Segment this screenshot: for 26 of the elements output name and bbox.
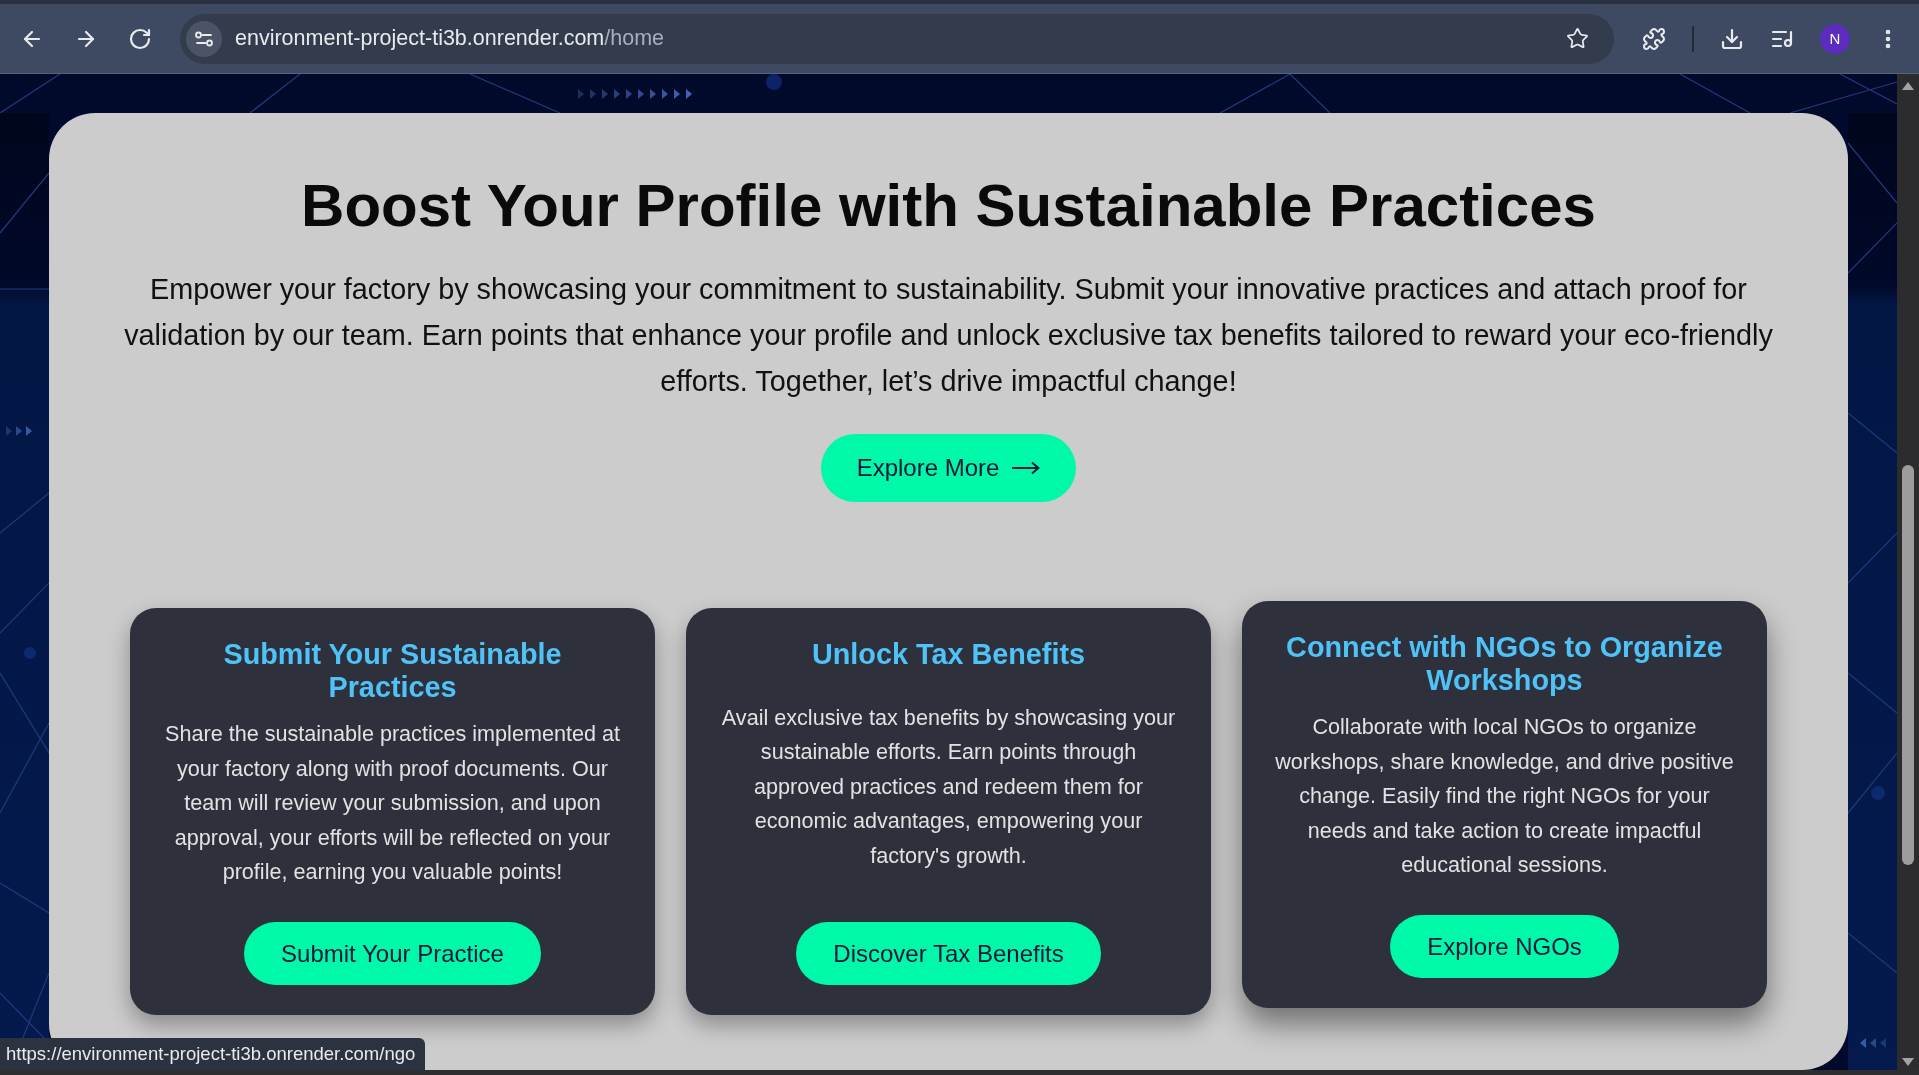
download-icon[interactable]: [1720, 26, 1744, 51]
scroll-up-icon[interactable]: [1902, 82, 1914, 90]
explore-more-button[interactable]: Explore More: [820, 434, 1077, 502]
scroll-down-icon[interactable]: [1902, 1058, 1914, 1066]
arrow-right-icon: [1012, 461, 1041, 475]
scrollbar-thumb[interactable]: [1902, 465, 1914, 865]
card-action-button[interactable]: Explore NGOs: [1390, 915, 1619, 978]
card-description: Avail exclusive tax benefits by showcasing your sustainable efforts. Earn points through approved practices and redeem them for economic advantages, empowering your factory's growth.: [720, 703, 1177, 870]
status-link-url: https://environment-project-ti3b.onrender.com/ngo: [0, 1038, 426, 1070]
card-action-button[interactable]: Submit Your Practice: [244, 922, 541, 985]
address-bar[interactable]: environment-project-ti3b.onrender.com/home: [180, 13, 1614, 64]
url-text[interactable]: environment-project-ti3b.onrender.com/home: [235, 26, 665, 51]
card-title: Connect with NGOs to Organize Workshops: [1285, 631, 1724, 697]
puzzle-icon[interactable]: [1642, 26, 1666, 51]
profile-avatar[interactable]: N: [1820, 23, 1850, 54]
hero-title: Boost Your Profile with Sustainable Practices: [301, 171, 1596, 241]
star-icon[interactable]: [1566, 27, 1589, 50]
scrollbar[interactable]: [1897, 74, 1919, 1070]
card-action-button[interactable]: Discover Tax Benefits: [796, 922, 1101, 985]
reload-icon[interactable]: [128, 26, 152, 51]
hero-description: Empower your factory by showcasing your commitment to sustainability. Submit your innovative practices and attach proof for validation by our team. Earn points that enhance your profile and unlock exclusive tax benefits tailored to reward your eco-friendly efforts. Together, let’s drive impactful change!: [123, 272, 1774, 399]
tune-icon[interactable]: [186, 20, 222, 57]
card-title: Unlock Tax Benefits: [811, 638, 1086, 671]
card-title: Submit Your Sustainable Practices: [222, 638, 563, 704]
card-description: Share the sustainable practices implemented at your factory along with proof documents. Our team will review your submission, and upon approval, your efforts will be reflected on your profile, earning you valuable points!: [164, 720, 621, 887]
card-description: Collaborate with local NGOs to organize workshops, share knowledge, and drive positive change. Easily find the right NGOs for your needs and take action to create impactful educational sessions.: [1274, 713, 1735, 880]
